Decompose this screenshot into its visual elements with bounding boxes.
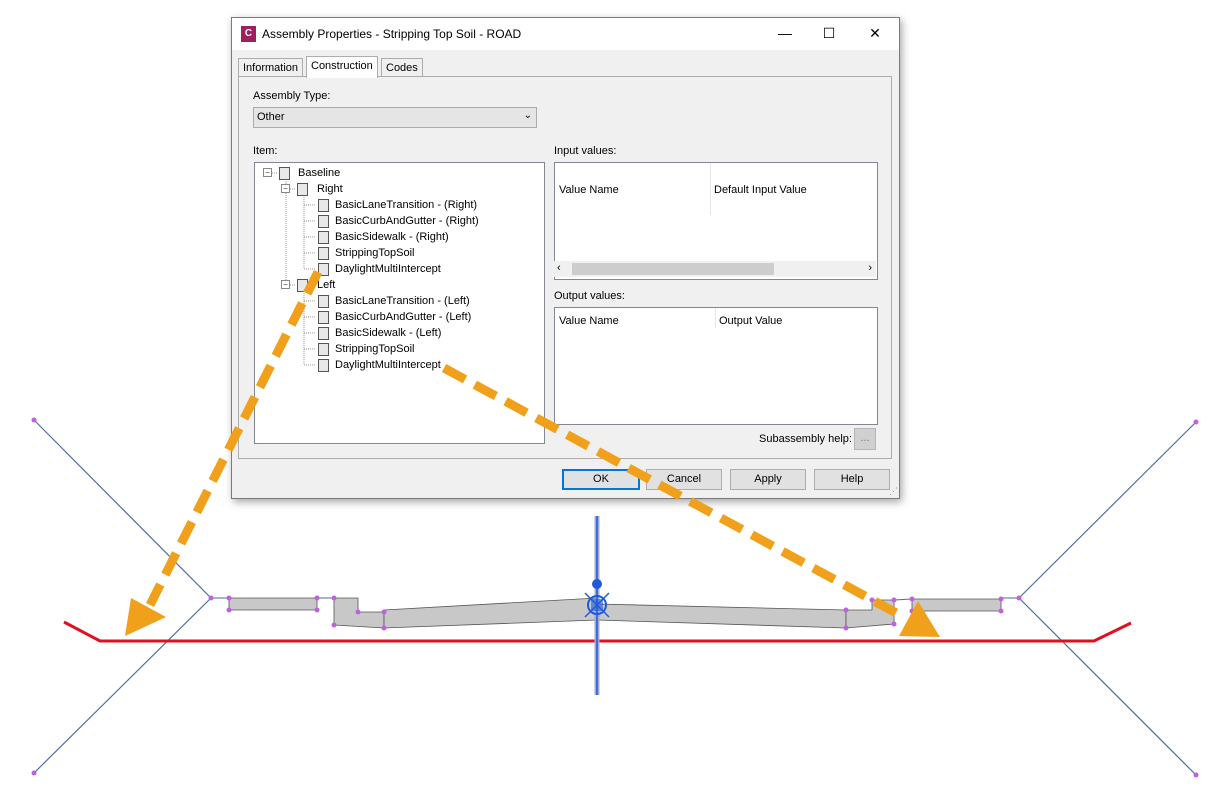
scroll-left-icon[interactable]: ‹ xyxy=(557,262,561,274)
tab-codes[interactable]: Codes xyxy=(381,58,423,77)
subassembly-help-button[interactable]: ... xyxy=(854,428,876,450)
assembly-type-select[interactable]: Other ⌄ xyxy=(253,107,537,128)
subassembly-icon xyxy=(318,311,329,324)
apply-button[interactable]: Apply xyxy=(730,469,806,490)
subassembly-icon xyxy=(318,247,329,260)
sidewalk-left xyxy=(228,597,318,611)
subassembly-icon xyxy=(318,215,329,228)
daylight-line-right-lower xyxy=(1018,597,1197,776)
subassembly-icon xyxy=(318,231,329,244)
input-column-value-name[interactable]: Value Name xyxy=(559,184,619,196)
assembly-type-value: Other xyxy=(257,111,285,123)
sidewalk-right xyxy=(911,598,1002,612)
output-values-list[interactable]: Value Name Output Value xyxy=(554,307,878,425)
cancel-button[interactable]: Cancel xyxy=(646,469,722,490)
tree-item-right[interactable]: Right xyxy=(317,183,343,195)
tree-item-left-4[interactable]: DaylightMultiIntercept xyxy=(335,359,441,371)
subassembly-icon xyxy=(318,359,329,372)
tree-item-left-3[interactable]: StrippingTopSoil xyxy=(335,343,415,355)
subassembly-icon xyxy=(318,263,329,276)
tree-item-baseline[interactable]: Baseline xyxy=(298,167,340,179)
output-column-output-value[interactable]: Output Value xyxy=(719,315,782,327)
input-values-label: Input values: xyxy=(554,145,617,157)
chevron-down-icon: ⌄ xyxy=(523,110,532,121)
curb-right xyxy=(845,599,895,629)
subassembly-help-label: Subassembly help: xyxy=(759,433,852,445)
resize-grip-icon[interactable]: ⋰ xyxy=(889,486,898,497)
lane-right xyxy=(596,603,847,629)
maximize-button[interactable]: ☐ xyxy=(806,18,852,50)
input-values-scrollbar[interactable]: ‹ › xyxy=(554,261,876,277)
tree-item-left-0[interactable]: BasicLaneTransition - (Left) xyxy=(335,295,470,307)
assembly-type-label: Assembly Type: xyxy=(253,90,331,102)
input-column-default-value[interactable]: Default Input Value xyxy=(714,184,807,196)
minimize-button[interactable]: — xyxy=(762,18,808,50)
subassembly-icon xyxy=(318,327,329,340)
close-button[interactable]: ✕ xyxy=(852,18,898,50)
window-title: Assembly Properties - Stripping Top Soil… xyxy=(262,27,522,41)
subassembly-icon xyxy=(318,199,329,212)
subassembly-shapes xyxy=(228,597,1002,629)
help-button[interactable]: Help xyxy=(814,469,890,490)
tab-construction[interactable]: Construction xyxy=(306,56,378,78)
tree-item-right-2[interactable]: BasicSidewalk - (Right) xyxy=(335,231,449,243)
scroll-right-icon[interactable]: › xyxy=(868,262,872,274)
tree-item-left[interactable]: Left xyxy=(317,279,335,291)
item-label: Item: xyxy=(253,145,278,157)
tab-information[interactable]: Information xyxy=(238,58,304,77)
collapse-right-icon[interactable]: − xyxy=(281,184,290,193)
left-group-icon xyxy=(297,279,308,292)
item-tree[interactable]: − Baseline − Right BasicLaneTransition -… xyxy=(254,162,545,444)
output-column-value-name[interactable]: Value Name xyxy=(559,315,619,327)
daylight-line-left-lower xyxy=(33,597,212,774)
baseline-icon xyxy=(279,167,290,180)
tree-item-left-2[interactable]: BasicSidewalk - (Left) xyxy=(335,327,441,339)
collapse-left-icon[interactable]: − xyxy=(281,280,290,289)
right-group-icon xyxy=(297,183,308,196)
subassembly-icon xyxy=(318,295,329,308)
daylight-line-right-upper xyxy=(1018,421,1197,599)
title-bar[interactable]: C Assembly Properties - Stripping Top So… xyxy=(232,18,899,50)
lane-left xyxy=(383,597,598,629)
tree-item-right-0[interactable]: BasicLaneTransition - (Right) xyxy=(335,199,477,211)
civil3d-app-icon: C xyxy=(241,26,256,42)
subassembly-icon xyxy=(318,343,329,356)
daylight-line-left-upper xyxy=(33,419,212,599)
tree-item-right-4[interactable]: DaylightMultiIntercept xyxy=(335,263,441,275)
output-values-label: Output values: xyxy=(554,290,625,302)
tree-item-left-1[interactable]: BasicCurbAndGutter - (Left) xyxy=(335,311,471,323)
ok-button[interactable]: OK xyxy=(562,469,640,490)
tree-item-right-1[interactable]: BasicCurbAndGutter - (Right) xyxy=(335,215,479,227)
assembly-properties-dialog: C Assembly Properties - Stripping Top So… xyxy=(231,17,900,499)
collapse-baseline-icon[interactable]: − xyxy=(263,168,272,177)
tree-item-right-3[interactable]: StrippingTopSoil xyxy=(335,247,415,259)
scroll-thumb[interactable] xyxy=(572,263,774,275)
